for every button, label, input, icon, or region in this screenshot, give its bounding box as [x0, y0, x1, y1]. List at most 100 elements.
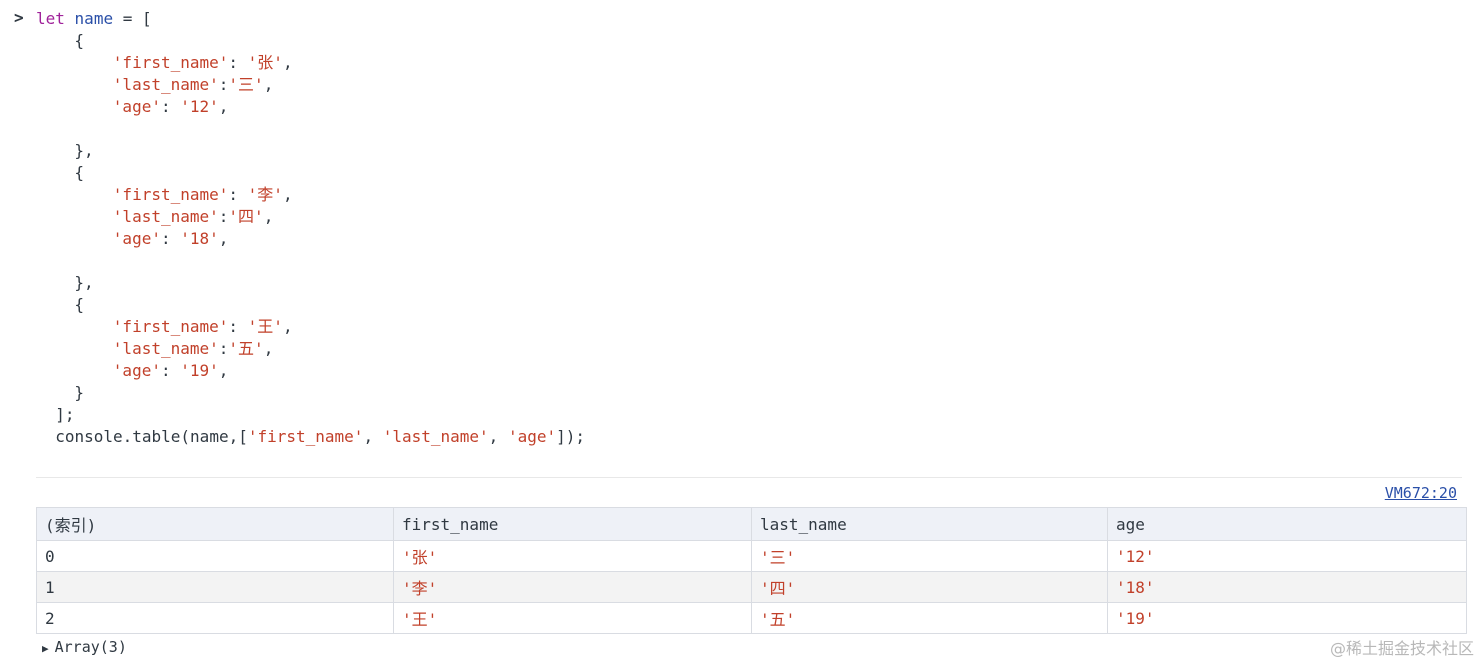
expand-triangle-icon: ▶	[42, 642, 49, 655]
code-token: 'last_name'	[112, 75, 219, 94]
column-header-age[interactable]: age	[1107, 507, 1467, 541]
cell-age: '12'	[1107, 540, 1467, 572]
column-header-first-name[interactable]: first_name	[393, 507, 752, 541]
code-line: },	[0, 272, 585, 294]
source-link[interactable]: VM672:20	[1385, 484, 1457, 502]
console-input: > let name = [{'first_name': '张','last_n…	[0, 8, 585, 448]
code-line: }	[0, 382, 585, 404]
code-token: :	[160, 97, 181, 116]
code-token: ];	[55, 405, 75, 424]
code-token: ,	[218, 229, 229, 248]
cell-age: '19'	[1107, 602, 1467, 634]
cell-index: 0	[36, 540, 394, 572]
code-token: ,	[263, 75, 274, 94]
cell-first-name: '张'	[393, 540, 752, 572]
table-row: 0 '张' '三' '12'	[36, 540, 1467, 572]
cell-first-name: '李'	[393, 571, 752, 603]
code-token: '三'	[228, 75, 264, 94]
code-token: :	[160, 361, 181, 380]
code-token: :	[218, 75, 229, 94]
code-token: 'last_name'	[112, 207, 219, 226]
code-line: {	[0, 294, 585, 316]
code-token: ,	[218, 97, 229, 116]
code-line: {	[0, 162, 585, 184]
code-token: 'first_name'	[112, 53, 229, 72]
code-line: 'last_name':'三',	[0, 74, 585, 96]
code-token: :	[218, 207, 229, 226]
code-token: 'last_name'	[112, 339, 219, 358]
code-token: ,	[363, 427, 383, 446]
code-token: :	[228, 53, 248, 72]
code-token: :	[228, 317, 248, 336]
cell-last-name: '四'	[751, 571, 1108, 603]
code-token: = [	[113, 9, 152, 28]
code-token: 'first_name'	[112, 317, 229, 336]
code-token: },	[74, 273, 94, 292]
code-token: :	[228, 185, 248, 204]
code-line: 'age': '19',	[0, 360, 585, 382]
code-token: {	[74, 163, 85, 182]
code-token: :	[160, 229, 181, 248]
code-token: {	[74, 295, 85, 314]
code-token: console.table(name,[	[55, 427, 248, 446]
code-line: 'last_name':'四',	[0, 206, 585, 228]
code-line: ];	[0, 404, 585, 426]
code-token: }	[74, 383, 85, 402]
code-line: {	[0, 30, 585, 52]
table-row: 1 '李' '四' '18'	[36, 571, 1467, 603]
code-line: },	[0, 140, 585, 162]
cell-last-name: '三'	[751, 540, 1108, 572]
code-token: let	[36, 9, 65, 28]
cell-age: '18'	[1107, 571, 1467, 603]
column-header-last-name[interactable]: last_name	[751, 507, 1108, 541]
code-token: '18'	[180, 229, 219, 248]
code-token: ,	[282, 185, 293, 204]
table-header-row: (索引) first_name last_name age	[36, 507, 1467, 541]
code-token: '四'	[228, 207, 264, 226]
code-token: {	[74, 31, 85, 50]
code-line: 'last_name':'五',	[0, 338, 585, 360]
cell-index: 2	[36, 602, 394, 634]
code-token: '张'	[247, 53, 283, 72]
code-line: console.table(name,['first_name', 'last_…	[0, 426, 585, 448]
array-summary: Array(3)	[54, 638, 127, 656]
console-table: (索引) first_name last_name age 0 '张' '三' …	[36, 507, 1467, 634]
code-line: 'first_name': '李',	[0, 184, 585, 206]
divider	[36, 477, 1462, 478]
code-token: 'age'	[507, 427, 557, 446]
column-header-index[interactable]: (索引)	[36, 507, 394, 541]
code-token: ,	[263, 207, 274, 226]
code-token: ,	[282, 53, 293, 72]
code-line: 'first_name': '张',	[0, 52, 585, 74]
cell-index: 1	[36, 571, 394, 603]
cell-first-name: '王'	[393, 602, 752, 634]
code-token: ,	[282, 317, 293, 336]
code-token: 'age'	[112, 229, 161, 248]
table-row: 2 '王' '五' '19'	[36, 602, 1467, 634]
code-token: ,	[488, 427, 508, 446]
code-token: 'first_name'	[247, 427, 364, 446]
array-expander[interactable]: ▶ Array(3)	[42, 638, 127, 656]
watermark: @稀土掘金技术社区	[1329, 639, 1474, 658]
code-token: ,	[218, 361, 229, 380]
code-token: },	[74, 141, 94, 160]
code-token: name	[74, 9, 114, 28]
code-token: 'first_name'	[112, 185, 229, 204]
code-token: '五'	[228, 339, 264, 358]
code-token: 'age'	[112, 361, 161, 380]
code-token: ,	[263, 339, 274, 358]
code-token: '李'	[247, 185, 283, 204]
cell-last-name: '五'	[751, 602, 1108, 634]
code-token: :	[218, 339, 229, 358]
code-token: ]);	[556, 427, 586, 446]
code-token: 'age'	[112, 97, 161, 116]
code-token: '12'	[180, 97, 219, 116]
code-line: 'first_name': '王',	[0, 316, 585, 338]
code-line: let name = [	[0, 8, 585, 30]
code-line: 'age': '18',	[0, 228, 585, 250]
code-block: let name = [{'first_name': '张','last_nam…	[0, 8, 585, 448]
code-token: '王'	[247, 317, 283, 336]
code-token: 'last_name'	[382, 427, 489, 446]
